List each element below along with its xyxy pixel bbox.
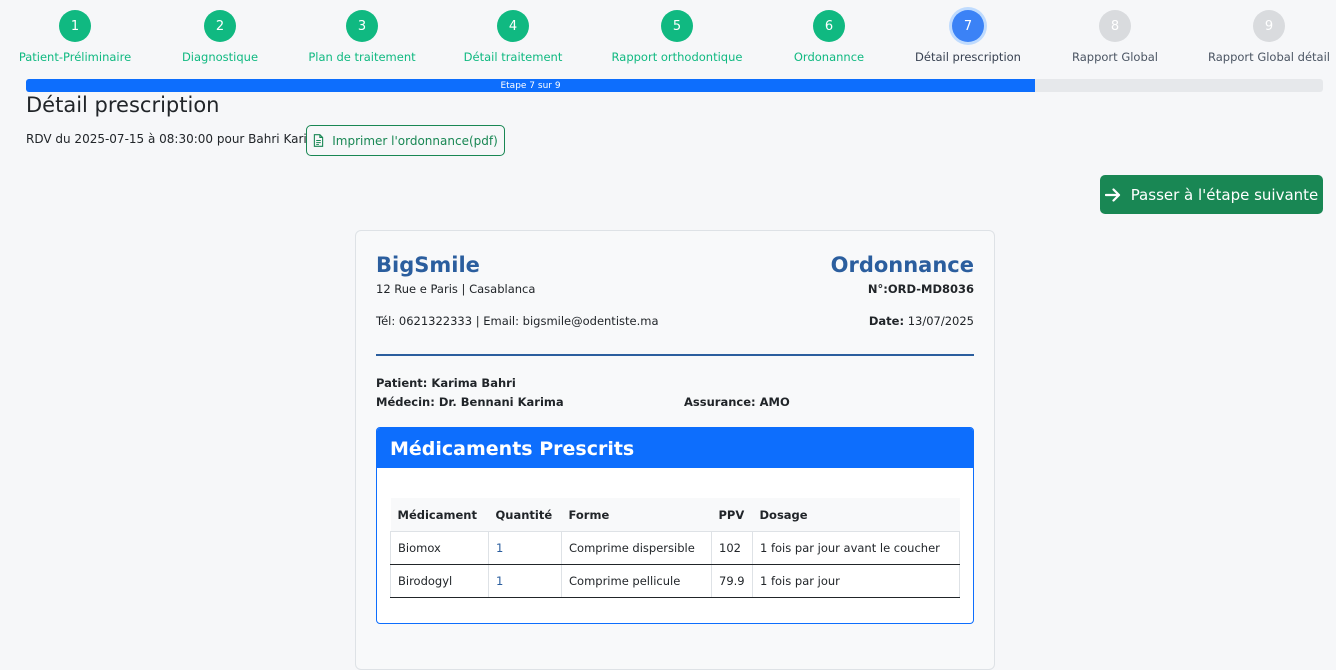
doctor-name: Médecin: Dr. Bennani Karima <box>376 395 564 409</box>
header-divider <box>376 354 974 356</box>
arrow-right-icon <box>1104 187 1120 202</box>
date-value: 13/07/2025 <box>907 314 974 328</box>
medications-card: Médicaments Prescrits Médicament Quantit… <box>376 427 974 624</box>
step-1[interactable]: 1 Patient-Préliminaire <box>0 10 155 64</box>
step-circle: 3 <box>346 10 378 42</box>
dosage: 1 fois par jour avant le coucher <box>752 531 960 565</box>
date-label: Date: <box>868 314 905 328</box>
insurance: Assurance: AMO <box>684 395 790 409</box>
column-header: Forme <box>561 498 712 532</box>
ppv: 79.9 <box>711 564 753 598</box>
step-circle: 9 <box>1253 10 1285 42</box>
step-2[interactable]: 2 Diagnostique <box>140 10 300 64</box>
ppv: 102 <box>711 531 753 565</box>
step-circle: 1 <box>59 10 91 42</box>
step-label: Détail traitement <box>463 50 563 64</box>
column-header: PPV <box>711 498 753 532</box>
step-circle: 6 <box>813 10 845 42</box>
medication-name: Biomox <box>390 531 489 565</box>
step-label: Ordonannce <box>793 50 865 64</box>
step-6[interactable]: 6 Ordonannce <box>749 10 909 64</box>
appointment-info: RDV du 2025-07-15 à 08:30:00 pour Bahri … <box>26 132 326 146</box>
progress-label: Etape 7 sur 9 <box>500 80 561 91</box>
prescription-document: BigSmile 12 Rue e Paris | Casablanca Tél… <box>355 230 995 670</box>
step-label: Patient-Préliminaire <box>18 50 132 64</box>
form: Comprime pellicule <box>561 564 712 598</box>
next-button-label: Passer à l'étape suivante <box>1130 185 1319 204</box>
print-prescription-button[interactable]: Imprimer l'ordonnance(pdf) <box>306 125 505 156</box>
dosage: 1 fois par jour <box>752 564 960 598</box>
step-4[interactable]: 4 Détail traitement <box>433 10 593 64</box>
step-circle: 7 <box>952 10 984 42</box>
clinic-name: BigSmile <box>376 253 480 277</box>
quantity: 1 <box>488 531 562 565</box>
step-label: Diagnostique <box>181 50 259 64</box>
column-header: Médicament <box>390 498 489 532</box>
step-circle: 4 <box>497 10 529 42</box>
medications-table: Médicament Quantité Forme PPV Dosage Bio… <box>390 498 960 598</box>
clinic-address: 12 Rue e Paris | Casablanca <box>376 282 536 296</box>
stepper: 1 Patient-Préliminaire 2 Diagnostique 3 … <box>0 0 1336 80</box>
page-title: Détail prescription <box>26 93 220 117</box>
clinic-contact: Tél: 0621322333 | Email: bigsmile@odenti… <box>376 314 659 328</box>
table-row: Birodogyl 1 Comprime pellicule 79.9 1 fo… <box>390 564 960 598</box>
document-title: Ordonnance <box>830 253 974 277</box>
step-9[interactable]: 9 Rapport Global détail <box>1189 10 1336 64</box>
prescription-date: Date: 13/07/2025 <box>869 314 974 328</box>
quantity: 1 <box>488 564 562 598</box>
patient-name: Patient: Karima Bahri <box>376 376 516 390</box>
print-button-label: Imprimer l'ordonnance(pdf) <box>332 133 498 148</box>
step-3[interactable]: 3 Plan de traitement <box>282 10 442 64</box>
step-5[interactable]: 5 Rapport orthodontique <box>597 10 757 64</box>
step-label: Rapport orthodontique <box>611 50 743 64</box>
table-row: Biomox 1 Comprime dispersible 102 1 fois… <box>390 531 960 565</box>
table-header-row: Médicament Quantité Forme PPV Dosage <box>390 498 960 532</box>
step-progress-bar: Etape 7 sur 9 <box>26 79 1323 92</box>
medication-name: Birodogyl <box>390 564 489 598</box>
step-label: Plan de traitement <box>308 50 416 64</box>
step-circle: 8 <box>1099 10 1131 42</box>
step-label: Rapport Global détail <box>1208 50 1330 64</box>
step-circle: 2 <box>204 10 236 42</box>
file-text-icon <box>314 134 324 147</box>
step-8[interactable]: 8 Rapport Global <box>1035 10 1195 64</box>
column-header: Dosage <box>752 498 960 532</box>
step-7[interactable]: 7 Détail prescription <box>888 10 1048 64</box>
prescription-number: N°:ORD-MD8036 <box>867 282 974 296</box>
step-label: Rapport Global <box>1072 50 1158 64</box>
step-circle: 5 <box>661 10 693 42</box>
form: Comprime dispersible <box>561 531 712 565</box>
step-label: Détail prescription <box>915 50 1021 64</box>
progress-fill: Etape 7 sur 9 <box>26 79 1036 92</box>
medications-title: Médicaments Prescrits <box>377 428 973 468</box>
next-step-button[interactable]: Passer à l'étape suivante <box>1100 175 1323 214</box>
column-header: Quantité <box>488 498 562 532</box>
